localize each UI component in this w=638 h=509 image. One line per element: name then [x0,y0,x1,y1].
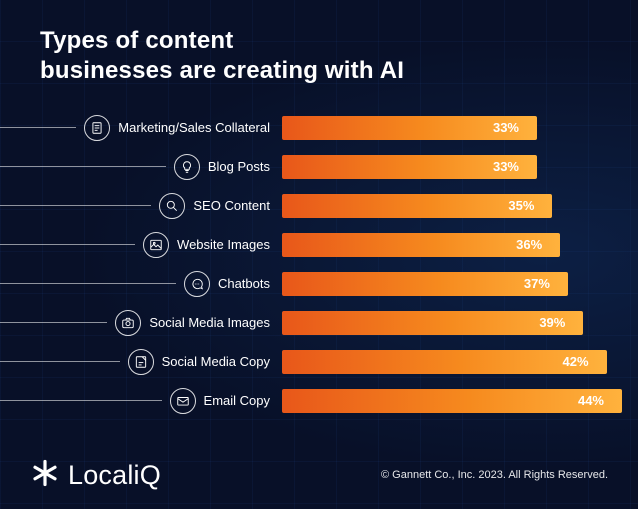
connector-line [0,166,166,167]
bar-value: 44% [578,393,604,408]
bar: 42% [282,350,607,374]
bar-track: 33% [282,155,638,179]
bar-track: 39% [282,311,638,335]
row-label-wrap: Chatbots [0,271,282,297]
document-icon [84,115,110,141]
bar-track: 33% [282,116,638,140]
chart-row: Social Media Images 39% [0,303,638,342]
mail-icon [170,388,196,414]
chart-row: Chatbots 37% [0,264,638,303]
copyright-text: © Gannett Co., Inc. 2023. All Rights Res… [381,469,608,481]
row-label-wrap: Social Media Copy [0,349,282,375]
bar: 35% [282,194,552,218]
category-label: Social Media Copy [162,354,270,369]
category-label: Chatbots [218,276,270,291]
connector-line [0,400,162,401]
connector-line [0,244,135,245]
bar: 37% [282,272,568,296]
bar-chart: Marketing/Sales Collateral 33% Blog Posts 3… [0,108,638,420]
footer: LocaliQ © Gannett Co., Inc. 2023. All Ri… [0,447,638,509]
chart-row: SEO Content 35% [0,186,638,225]
row-label-wrap: Website Images [0,232,282,258]
connector-line [0,361,120,362]
row-label-wrap: Social Media Images [0,310,282,336]
camera-icon [115,310,141,336]
image-icon [143,232,169,258]
bar-value: 39% [539,315,565,330]
row-label-wrap: Marketing/Sales Collateral [0,115,282,141]
bar-value: 33% [493,159,519,174]
bar-value: 36% [516,237,542,252]
category-label: Blog Posts [208,159,270,174]
chart-row: Email Copy 44% [0,381,638,420]
bar-track: 37% [282,272,638,296]
bar-value: 35% [508,198,534,213]
brand-name: LocaliQ [68,460,161,491]
category-label: Email Copy [204,393,270,408]
lightbulb-icon [174,154,200,180]
bar-track: 42% [282,350,638,374]
bar-value: 33% [493,120,519,135]
bar-track: 44% [282,389,638,413]
title-line-2: businesses are creating with AI [40,57,404,84]
search-icon [159,193,185,219]
bar-track: 36% [282,233,638,257]
chart-row: Marketing/Sales Collateral 33% [0,108,638,147]
connector-line [0,127,76,128]
chat-icon [184,271,210,297]
category-label: Social Media Images [149,315,270,330]
bar-value: 42% [563,354,589,369]
bar: 39% [282,311,583,335]
row-label-wrap: Blog Posts [0,154,282,180]
chart-row: Website Images 36% [0,225,638,264]
category-label: Website Images [177,237,270,252]
bar: 36% [282,233,560,257]
note-icon [128,349,154,375]
row-label-wrap: Email Copy [0,388,282,414]
chart-row: Blog Posts 33% [0,147,638,186]
category-label: Marketing/Sales Collateral [118,120,270,135]
bar: 33% [282,155,537,179]
bar-track: 35% [282,194,638,218]
title-line-1: Types of content [40,27,233,54]
chart-title: Types of content businesses are creating… [40,26,404,86]
brand-asterisk-icon [30,458,60,493]
bar-value: 37% [524,276,550,291]
category-label: SEO Content [193,198,270,213]
row-label-wrap: SEO Content [0,193,282,219]
connector-line [0,283,176,284]
brand-logo: LocaliQ [30,458,161,493]
bar: 33% [282,116,537,140]
connector-line [0,205,151,206]
connector-line [0,322,107,323]
chart-row: Social Media Copy 42% [0,342,638,381]
bar: 44% [282,389,622,413]
